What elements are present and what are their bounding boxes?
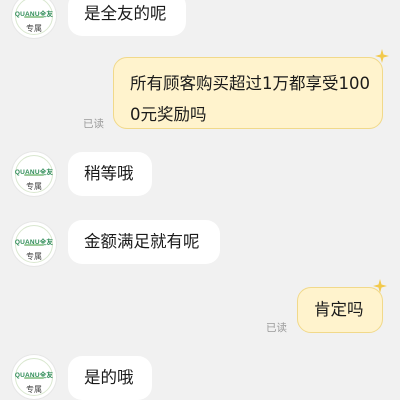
avatar-role-label: 专属 — [26, 24, 42, 33]
avatar[interactable]: QUANU全友 专属 — [12, 152, 56, 196]
avatar[interactable]: QUANU全友 专属 — [12, 222, 56, 266]
message-bubble-outgoing[interactable]: 所有顾客购买超过1万都享受1000元奖励吗 — [113, 57, 383, 129]
message-bubble-outgoing[interactable]: 肯定吗 — [297, 287, 383, 333]
message-bubble-incoming[interactable]: 是全友的呢 — [68, 0, 186, 36]
avatar[interactable]: QUANU全友 专属 — [12, 355, 56, 399]
sparkle-icon — [373, 279, 387, 293]
message-text: 稍等哦 — [84, 164, 134, 183]
message-text: 金额满足就有呢 — [84, 232, 200, 251]
avatar[interactable]: QUANU全友 专属 — [12, 0, 56, 38]
logo-underline — [24, 16, 44, 18]
chat-screen: QUANU全友 专属 是全友的呢 所有顾客购买超过1万都享受1000元奖励吗 已… — [0, 0, 400, 400]
logo-underline — [24, 244, 44, 246]
message-text: 是全友的呢 — [84, 4, 167, 23]
message-bubble-incoming[interactable]: 金额满足就有呢 — [68, 220, 220, 264]
avatar-role-label: 专属 — [26, 252, 42, 261]
logo-underline — [24, 174, 44, 176]
sparkle-icon — [375, 49, 389, 63]
message-bubble-incoming[interactable]: 稍等哦 — [68, 152, 152, 196]
avatar-role-label: 专属 — [26, 385, 42, 394]
message-text: 是的哦 — [84, 368, 134, 387]
read-status: 已读 — [83, 118, 104, 130]
read-status: 已读 — [266, 322, 287, 334]
logo-underline — [24, 377, 44, 379]
message-text: 所有顾客购买超过1万都享受1000元奖励吗 — [130, 74, 370, 124]
avatar-role-label: 专属 — [26, 182, 42, 191]
message-text: 肯定吗 — [314, 300, 364, 319]
message-bubble-incoming[interactable]: 是的哦 — [68, 356, 152, 400]
